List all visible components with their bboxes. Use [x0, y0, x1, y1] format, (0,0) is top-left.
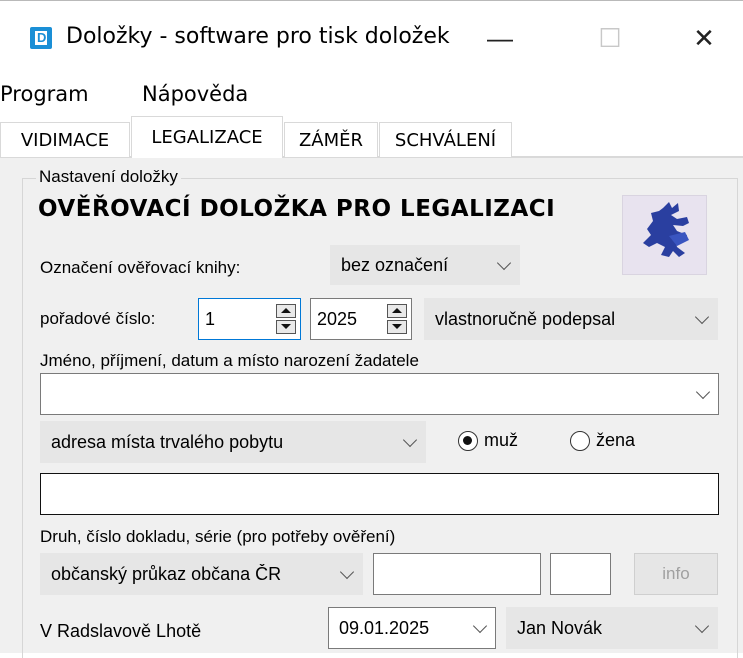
address-type-select[interactable]: adresa místa trvalého pobytu	[40, 421, 426, 463]
order-number-value: 1	[205, 308, 216, 329]
tab-vidimace[interactable]: VIDIMACE	[0, 122, 130, 157]
chevron-down-icon	[695, 384, 711, 400]
year-spinner[interactable]	[387, 304, 407, 334]
officer-value: Jan Novák	[517, 617, 603, 638]
document-number-input[interactable]	[373, 553, 541, 595]
clause-heading: OVĚŘOVACÍ DOLOŽKA PRO LEGALIZACI	[38, 196, 556, 222]
officer-select[interactable]: Jan Novák	[506, 607, 718, 649]
document-type-select[interactable]: občanský průkaz občana ČR	[40, 553, 363, 595]
info-button-label: info	[662, 564, 690, 583]
chevron-down-icon	[694, 309, 710, 325]
document-type-value: občanský průkaz občana ČR	[51, 563, 282, 584]
spin-down-icon[interactable]	[387, 320, 407, 334]
date-picker[interactable]: 09.01.2025	[328, 607, 496, 649]
minimize-icon: —	[487, 22, 513, 53]
tab-legalizace[interactable]: LEGALIZACE	[131, 116, 283, 158]
book-label: Označení ověřovací knihy:	[40, 258, 241, 277]
close-icon: ✕	[693, 22, 715, 53]
menu-bar	[0, 75, 743, 115]
maximize-icon: ☐	[598, 22, 622, 53]
info-button[interactable]: info	[634, 553, 718, 595]
tab-zamer[interactable]: ZÁMĚR	[284, 122, 378, 157]
chevron-down-icon	[472, 618, 488, 634]
year-input[interactable]: 2025	[310, 298, 412, 340]
menu-program[interactable]: Program	[0, 82, 89, 106]
year-value: 2025	[317, 308, 358, 329]
address-type-value: adresa místa trvalého pobytu	[51, 431, 284, 452]
signature-type-value: vlastnoručně podepsal	[435, 308, 616, 329]
groupbox-label: Nastavení doložky	[36, 167, 181, 187]
app-icon: D	[30, 27, 52, 49]
spin-up-icon[interactable]	[276, 304, 296, 318]
emblem-image	[622, 195, 707, 275]
maximize-button[interactable]: ☐	[580, 18, 640, 58]
app-icon-letter: D	[37, 30, 47, 45]
gender-male-radio[interactable]	[458, 431, 478, 451]
document-label: Druh, číslo dokladu, série (pro potřeby …	[40, 527, 396, 546]
chevron-down-icon	[496, 255, 512, 271]
close-button[interactable]: ✕	[674, 18, 734, 58]
spin-down-icon[interactable]	[276, 320, 296, 334]
book-select[interactable]: bez označení	[330, 245, 520, 285]
book-select-value: bez označení	[341, 254, 449, 275]
document-series-input[interactable]	[550, 553, 611, 595]
gender-female-radio[interactable]	[570, 431, 590, 451]
gender-female-label[interactable]: žena	[596, 430, 635, 451]
menu-napoveda[interactable]: Nápověda	[142, 82, 248, 106]
signature-type-select[interactable]: vlastnoručně podepsal	[424, 298, 718, 340]
gender-male-label[interactable]: muž	[484, 430, 518, 451]
place-label: V Radslavově Lhotě	[40, 621, 202, 641]
window-title: Doložky - software pro tisk doložek	[66, 24, 450, 49]
minimize-button[interactable]: —	[470, 18, 530, 58]
chevron-down-icon	[694, 618, 710, 634]
spin-up-icon[interactable]	[387, 304, 407, 318]
order-spinner[interactable]	[276, 304, 296, 334]
applicant-combobox[interactable]	[40, 373, 719, 415]
tab-schvaleni[interactable]: SCHVÁLENÍ	[379, 122, 512, 157]
order-number-input[interactable]: 1	[198, 298, 301, 340]
order-label: pořadové číslo:	[40, 309, 156, 328]
chevron-down-icon	[339, 564, 355, 580]
applicant-label: Jméno, příjmení, datum a místo narození …	[40, 351, 419, 370]
address-input[interactable]	[40, 473, 719, 515]
date-value: 09.01.2025	[339, 617, 430, 638]
lion-emblem-icon	[643, 202, 689, 257]
chevron-down-icon	[402, 432, 418, 448]
